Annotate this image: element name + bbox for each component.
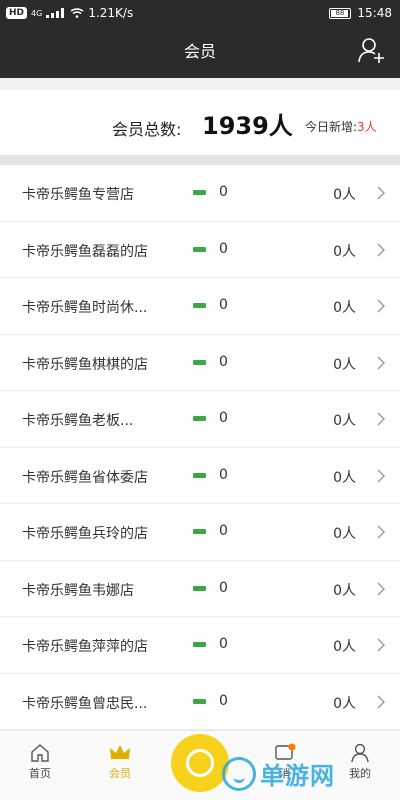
add-member-icon[interactable]: [358, 36, 386, 64]
store-name: 卡帝乐鳄鱼棋棋的店: [22, 356, 148, 373]
status-bar: HD 4G 1.21K/s 88 15:48: [0, 0, 400, 26]
store-row[interactable]: 卡帝乐鳄鱼韦娜店 0 0人: [0, 560, 400, 617]
progress-bar: [193, 698, 206, 704]
progress-bar: [193, 246, 206, 252]
store-row[interactable]: 卡帝乐鳄鱼棋棋的店 0 0人: [0, 334, 400, 391]
network-speed: 1.21K/s: [88, 6, 134, 20]
today-new: 今日新增:3人: [305, 118, 377, 135]
store-name: 卡帝乐鳄鱼曾忠民...: [22, 695, 148, 712]
chevron-right-icon: [377, 186, 385, 200]
store-people: 0人: [333, 413, 356, 429]
store-people: 0人: [333, 243, 356, 260]
tab-members-label: 会员: [109, 767, 131, 780]
chevron-right-icon: [377, 243, 385, 256]
store-row[interactable]: 卡帝乐鳄鱼兵玲的店 0 0人: [0, 504, 400, 561]
store-name: 卡帝乐鳄鱼兵玲的店: [22, 526, 148, 542]
store-row[interactable]: 卡帝乐鳄鱼老板... 0 0人: [0, 391, 400, 448]
store-people: 0人: [333, 526, 356, 542]
store-people: 0人: [333, 695, 356, 712]
store-count: 0: [219, 523, 228, 539]
tab-home-label: 首页: [29, 767, 51, 780]
wifi-icon: [70, 8, 84, 18]
progress-bar: [193, 416, 206, 421]
battery-level: 88: [331, 9, 349, 17]
store-name: 卡帝乐鳄鱼专营店: [22, 187, 134, 203]
store-people: 0人: [333, 300, 356, 316]
tab-mine-label: 我的: [349, 767, 371, 780]
store-count: 0: [219, 297, 228, 313]
progress-bar: [193, 585, 206, 591]
circle-icon: [186, 749, 214, 777]
hd-badge: HD: [6, 7, 28, 19]
store-count: 0: [219, 410, 228, 426]
top-bar: HD 4G 1.21K/s 88 15:48 会员: [0, 0, 400, 78]
store-row[interactable]: 卡帝乐鳄鱼曾忠民... 0 0人: [0, 673, 400, 730]
store-count: 0: [219, 466, 228, 483]
bottom-tab-bar: 首页 会员 消 我的: [0, 730, 400, 800]
store-name: 卡帝乐鳄鱼老板...: [22, 413, 134, 429]
chevron-right-icon: [377, 525, 385, 539]
store-row[interactable]: 卡帝乐鳄鱼专营店 0 0人: [0, 165, 400, 222]
store-row[interactable]: 卡帝乐鳄鱼省体委店 0 0人: [0, 447, 400, 504]
watermark: 单游网: [222, 756, 335, 791]
today-new-value: 3人: [357, 120, 377, 134]
home-icon: [31, 744, 49, 762]
progress-bar: [193, 472, 206, 478]
chevron-right-icon: [377, 299, 385, 313]
total-members-label: 会员总数:: [112, 120, 182, 139]
battery-icon: 88: [329, 7, 352, 19]
progress-bar: [193, 529, 206, 534]
store-count: 0: [219, 692, 228, 709]
store-name: 卡帝乐鳄鱼省体委店: [22, 469, 148, 486]
crown-icon: [110, 745, 130, 759]
store-name: 卡帝乐鳄鱼萍萍的店: [22, 639, 148, 655]
store-count: 0: [219, 579, 228, 596]
tab-members[interactable]: 会员: [90, 743, 150, 781]
progress-bar: [193, 642, 206, 647]
network-type: 4G: [31, 8, 43, 18]
watermark-text: 单游网: [260, 762, 335, 790]
chevron-right-icon: [377, 582, 385, 595]
divider: [0, 155, 400, 165]
page-title: 会员: [183, 42, 216, 61]
store-list: 卡帝乐鳄鱼专营店 0 0人 卡帝乐鳄鱼磊磊的店 0 0人 卡帝乐鳄鱼时尚休... 0 0人 …: [0, 165, 400, 730]
chevron-right-icon: [377, 695, 385, 708]
progress-bar: [193, 359, 206, 365]
store-name: 卡帝乐鳄鱼时尚休...: [22, 300, 148, 316]
progress-bar: [193, 303, 206, 308]
total-members-value: 1939人: [202, 112, 293, 140]
center-action-button[interactable]: [171, 734, 229, 792]
store-count: 0: [219, 353, 228, 370]
store-row[interactable]: 卡帝乐鳄鱼磊磊的店 0 0人: [0, 221, 400, 278]
member-summary: 会员总数: 1939人 今日新增:3人: [0, 90, 400, 155]
store-row[interactable]: 卡帝乐鳄鱼时尚休... 0 0人: [0, 278, 400, 335]
store-count: 0: [219, 184, 228, 200]
clock: 15:48: [357, 6, 392, 20]
chevron-right-icon: [377, 469, 385, 482]
smile-logo-icon: [222, 756, 256, 791]
store-people: 0人: [333, 356, 356, 373]
chevron-right-icon: [377, 638, 385, 652]
chevron-right-icon: [377, 356, 385, 369]
store-people: 0人: [333, 639, 356, 655]
store-people: 0人: [333, 582, 356, 599]
chevron-right-icon: [377, 412, 385, 426]
store-people: 0人: [333, 187, 356, 203]
store-name: 卡帝乐鳄鱼磊磊的店: [22, 243, 148, 260]
store-count: 0: [219, 240, 228, 257]
progress-bar: [193, 190, 206, 195]
today-new-label: 今日新增:: [305, 120, 358, 134]
divider: [0, 78, 400, 90]
store-people: 0人: [333, 469, 356, 486]
store-count: 0: [219, 636, 228, 652]
signal-icon: [46, 8, 66, 18]
store-row[interactable]: 卡帝乐鳄鱼萍萍的店 0 0人: [0, 617, 400, 674]
user-icon: [351, 743, 369, 763]
tab-home[interactable]: 首页: [10, 743, 70, 781]
store-name: 卡帝乐鳄鱼韦娜店: [22, 582, 134, 599]
tab-mine[interactable]: 我的: [330, 743, 390, 781]
